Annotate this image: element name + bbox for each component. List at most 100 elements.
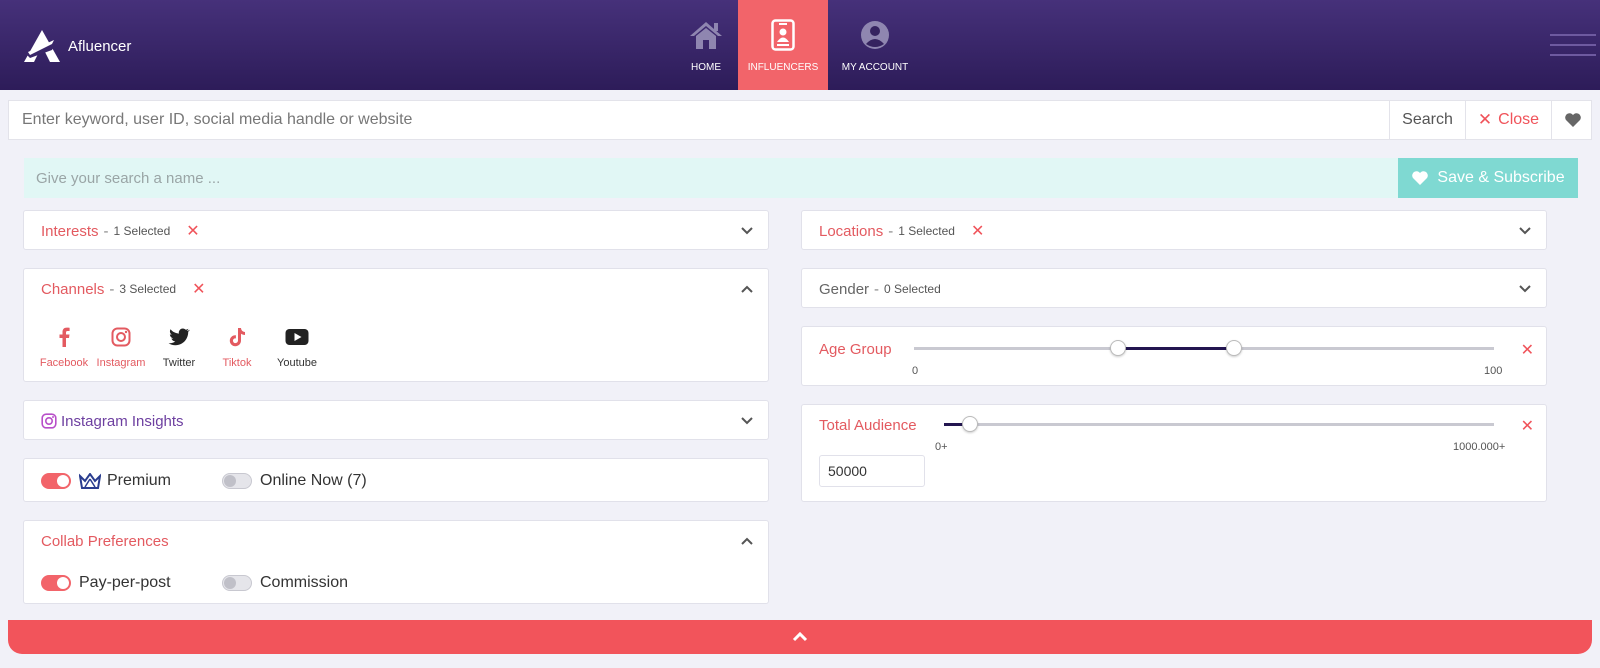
pay-per-post-toggle-row[interactable]: Pay-per-post (41, 574, 171, 592)
channel-instagram[interactable]: Instagram (91, 327, 151, 369)
total-audience-filter: Total Audience 0+ 1000.000+ ✕ (801, 404, 1547, 502)
audience-min-label: 0+ (935, 441, 948, 453)
age-group-title: Age Group (819, 340, 892, 358)
clear-channels-icon[interactable]: ✕ (192, 279, 205, 299)
channel-label: Facebook (39, 357, 89, 369)
age-min-handle[interactable] (1110, 340, 1126, 356)
premium-label: Premium (107, 472, 172, 489)
chevron-down-icon[interactable] (740, 415, 754, 427)
gender-filter[interactable]: Gender - 0 Selected (801, 268, 1547, 308)
online-now-label: Online Now (7) (260, 472, 367, 489)
premium-online-panel: Premium Online Now (7) (23, 458, 769, 502)
nav-home-label: HOME (691, 62, 721, 73)
id-badge-icon (771, 18, 795, 52)
collapse-filters-bar[interactable] (8, 620, 1592, 654)
home-icon (689, 18, 723, 52)
chevron-down-icon[interactable] (1518, 225, 1532, 237)
search-button-label: Search (1402, 111, 1453, 128)
close-icon: ✕ (1477, 110, 1493, 129)
instagram-icon (41, 413, 57, 429)
interests-filter[interactable]: Interests - 1 Selected ✕ (23, 210, 769, 250)
channel-label: Instagram (96, 357, 146, 369)
save-search-row: Save & Subscribe (24, 158, 1578, 198)
interests-count: 1 Selected (113, 224, 171, 238)
nav-influencers[interactable]: INFLUENCERS (738, 0, 828, 90)
audience-handle[interactable] (962, 416, 978, 432)
main-nav: HOME INFLUENCERS MY ACCOUNT (674, 0, 922, 90)
age-max-handle[interactable] (1226, 340, 1242, 356)
clear-interests-icon[interactable]: ✕ (186, 221, 199, 241)
tiktok-icon (228, 327, 246, 347)
heart-icon (1412, 171, 1429, 185)
nav-account-label: MY ACCOUNT (841, 62, 909, 73)
channel-facebook[interactable]: Facebook (37, 327, 91, 369)
user-circle-icon (860, 18, 890, 52)
commission-toggle-row[interactable]: Commission (222, 574, 348, 592)
nav-home[interactable]: HOME (674, 0, 738, 90)
channels-title: Channels (41, 280, 105, 298)
collab-preferences-filter: Collab Preferences Pay-per-post Commissi… (23, 520, 769, 604)
facebook-icon (58, 327, 70, 347)
youtube-icon (285, 327, 309, 347)
heart-icon (1564, 113, 1581, 127)
channel-tiktok[interactable]: Tiktok (207, 327, 267, 369)
search-name-input[interactable] (24, 158, 1398, 198)
channel-label: Tiktok (222, 357, 252, 369)
chevron-up-icon[interactable] (740, 283, 754, 295)
total-audience-title: Total Audience (819, 416, 917, 434)
gender-count: 0 Selected (884, 282, 941, 296)
audience-max-label: 1000.000+ (1453, 441, 1506, 453)
close-button[interactable]: ✕ Close (1465, 101, 1551, 139)
search-button[interactable]: Search (1389, 101, 1465, 139)
channel-twitter[interactable]: Twitter (151, 327, 207, 369)
online-now-switch[interactable] (222, 473, 252, 489)
premium-switch[interactable] (41, 473, 71, 489)
instagram-insights-title: Instagram Insights (61, 412, 184, 430)
pay-per-post-switch[interactable] (41, 575, 71, 591)
online-now-toggle-row[interactable]: Online Now (7) (222, 472, 367, 490)
channel-list: Facebook Instagram Twitter Tiktok Youtub… (37, 327, 327, 369)
clear-locations-icon[interactable]: ✕ (971, 221, 984, 241)
brand-logo[interactable]: Afluencer (22, 26, 131, 66)
age-slider-fill (1118, 347, 1234, 350)
audience-value-input[interactable] (819, 455, 925, 487)
audience-slider-track[interactable] (944, 423, 1494, 426)
brand-name: Afluencer (68, 37, 132, 55)
locations-count: 1 Selected (898, 224, 955, 238)
age-min-label: 0 (912, 365, 919, 377)
chevron-up-icon[interactable] (740, 535, 754, 547)
favorites-button[interactable] (1551, 101, 1593, 139)
channels-filter: Channels - 3 Selected ✕ Facebook Instagr… (23, 268, 769, 382)
hamburger-menu-icon[interactable] (1550, 34, 1596, 64)
save-subscribe-button[interactable]: Save & Subscribe (1398, 158, 1578, 198)
channels-count: 3 Selected (119, 282, 177, 296)
commission-switch[interactable] (222, 575, 252, 591)
locations-title: Locations (819, 222, 884, 240)
chevron-down-icon[interactable] (740, 225, 754, 237)
instagram-insights-filter[interactable]: Instagram Insights (23, 400, 769, 440)
chevron-down-icon[interactable] (1518, 283, 1532, 295)
search-input[interactable] (9, 101, 1389, 139)
collab-preferences-title: Collab Preferences (41, 532, 169, 550)
search-bar: Search ✕ Close (8, 100, 1592, 140)
clear-age-icon[interactable]: ✕ (1521, 340, 1534, 360)
afluencer-logo-icon (24, 30, 60, 62)
premium-toggle-row[interactable]: Premium (41, 472, 171, 490)
instagram-icon (111, 327, 131, 347)
nav-influencers-label: INFLUENCERS (747, 62, 819, 73)
gender-title: Gender (819, 280, 870, 298)
age-group-filter: Age Group 0 100 ✕ (801, 326, 1547, 386)
crown-icon (79, 473, 101, 489)
channel-youtube[interactable]: Youtube (267, 327, 327, 369)
commission-label: Commission (260, 574, 349, 591)
pay-per-post-label: Pay-per-post (79, 574, 171, 591)
clear-audience-icon[interactable]: ✕ (1521, 416, 1534, 436)
save-subscribe-label: Save & Subscribe (1437, 169, 1565, 186)
channel-label: Youtube (277, 357, 317, 369)
nav-my-account[interactable]: MY ACCOUNT (828, 0, 922, 90)
locations-filter[interactable]: Locations - 1 Selected ✕ (801, 210, 1547, 250)
age-max-label: 100 (1484, 365, 1503, 377)
twitter-icon (168, 327, 190, 347)
interests-title: Interests (41, 222, 99, 240)
chevron-up-icon (792, 631, 808, 642)
